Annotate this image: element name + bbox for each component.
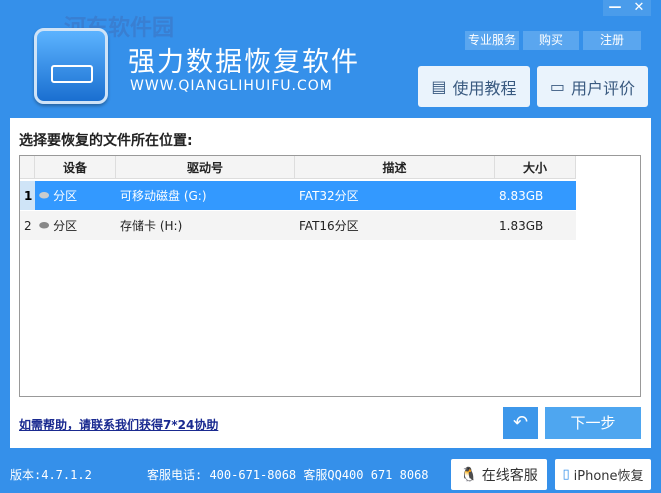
phone-icon: ▯ (562, 467, 570, 482)
desc-cell: FAT16分区 (299, 219, 359, 233)
disk-icon: ⬬ (39, 188, 54, 202)
back-button[interactable]: ↶ (503, 407, 538, 439)
minimize-button[interactable]: — (603, 0, 627, 16)
comment-icon: ▭ (549, 77, 566, 96)
register-button[interactable]: 注册 (583, 31, 641, 50)
size-cell: 8.83GB (499, 188, 544, 203)
reviews-button[interactable]: ▭ 用户评价 (537, 66, 648, 107)
buy-button[interactable]: 购买 (523, 31, 579, 50)
drive-table[interactable]: 设备 驱动号 描述 大小 1 ⬬ 分区 可移动磁盘 (G:) FAT32分区 8… (19, 155, 641, 397)
qq-icon: 🐧 (460, 466, 478, 483)
col-size[interactable]: 大小 (495, 156, 576, 178)
contact-info: 客服电话: 400-671-8068 客服QQ400 671 8068 (147, 468, 429, 482)
next-button[interactable]: 下一步 (545, 407, 641, 439)
version-label: 版本:4.7.1.2 (10, 468, 92, 482)
tutorial-button[interactable]: ▤ 使用教程 (418, 66, 530, 107)
section-heading: 选择要恢复的文件所在位置: (19, 133, 193, 149)
drive-cell: 存储卡 (H:) (120, 219, 183, 233)
tutorial-label: 使用教程 (452, 78, 517, 98)
help-link[interactable]: 如需帮助，请联系我们获得7*24协助 (19, 416, 218, 433)
online-service-label: 在线客服 (481, 467, 538, 484)
size-cell: 1.83GB (499, 218, 544, 233)
col-device[interactable]: 设备 (35, 156, 116, 178)
online-service-button[interactable]: 🐧 在线客服 (451, 459, 547, 490)
row-index: 2 (24, 218, 32, 233)
iphone-recovery-button[interactable]: ▯ iPhone恢复 (555, 459, 651, 490)
pro-service-button[interactable]: 专业服务 (465, 31, 519, 50)
table-header: 设备 驱动号 描述 大小 (20, 156, 576, 179)
col-desc[interactable]: 描述 (295, 156, 495, 178)
drive-icon (51, 65, 93, 83)
device-cell: 分区 (53, 219, 78, 233)
close-button[interactable]: ✕ (627, 0, 651, 16)
table-row[interactable]: 1 ⬬ 分区 可移动磁盘 (G:) FAT32分区 8.83GB (20, 181, 576, 210)
app-url: WWW.QIANGLIHUIFU.COM (130, 78, 333, 94)
drive-cell: 可移动磁盘 (G:) (120, 189, 207, 203)
table-row[interactable]: 2 ⬬ 分区 存储卡 (H:) FAT16分区 1.83GB (20, 211, 576, 240)
app-logo (34, 28, 108, 104)
app-title: 强力数据恢复软件 (128, 47, 360, 78)
document-icon: ▤ (431, 77, 447, 96)
device-cell: 分区 (53, 189, 78, 203)
desc-cell: FAT32分区 (299, 189, 359, 203)
disk-icon: ⬬ (39, 218, 54, 232)
col-drive[interactable]: 驱动号 (116, 156, 295, 178)
reviews-label: 用户评价 (571, 78, 636, 98)
row-index: 1 (20, 181, 35, 210)
iphone-recovery-label: iPhone恢复 (573, 469, 644, 484)
